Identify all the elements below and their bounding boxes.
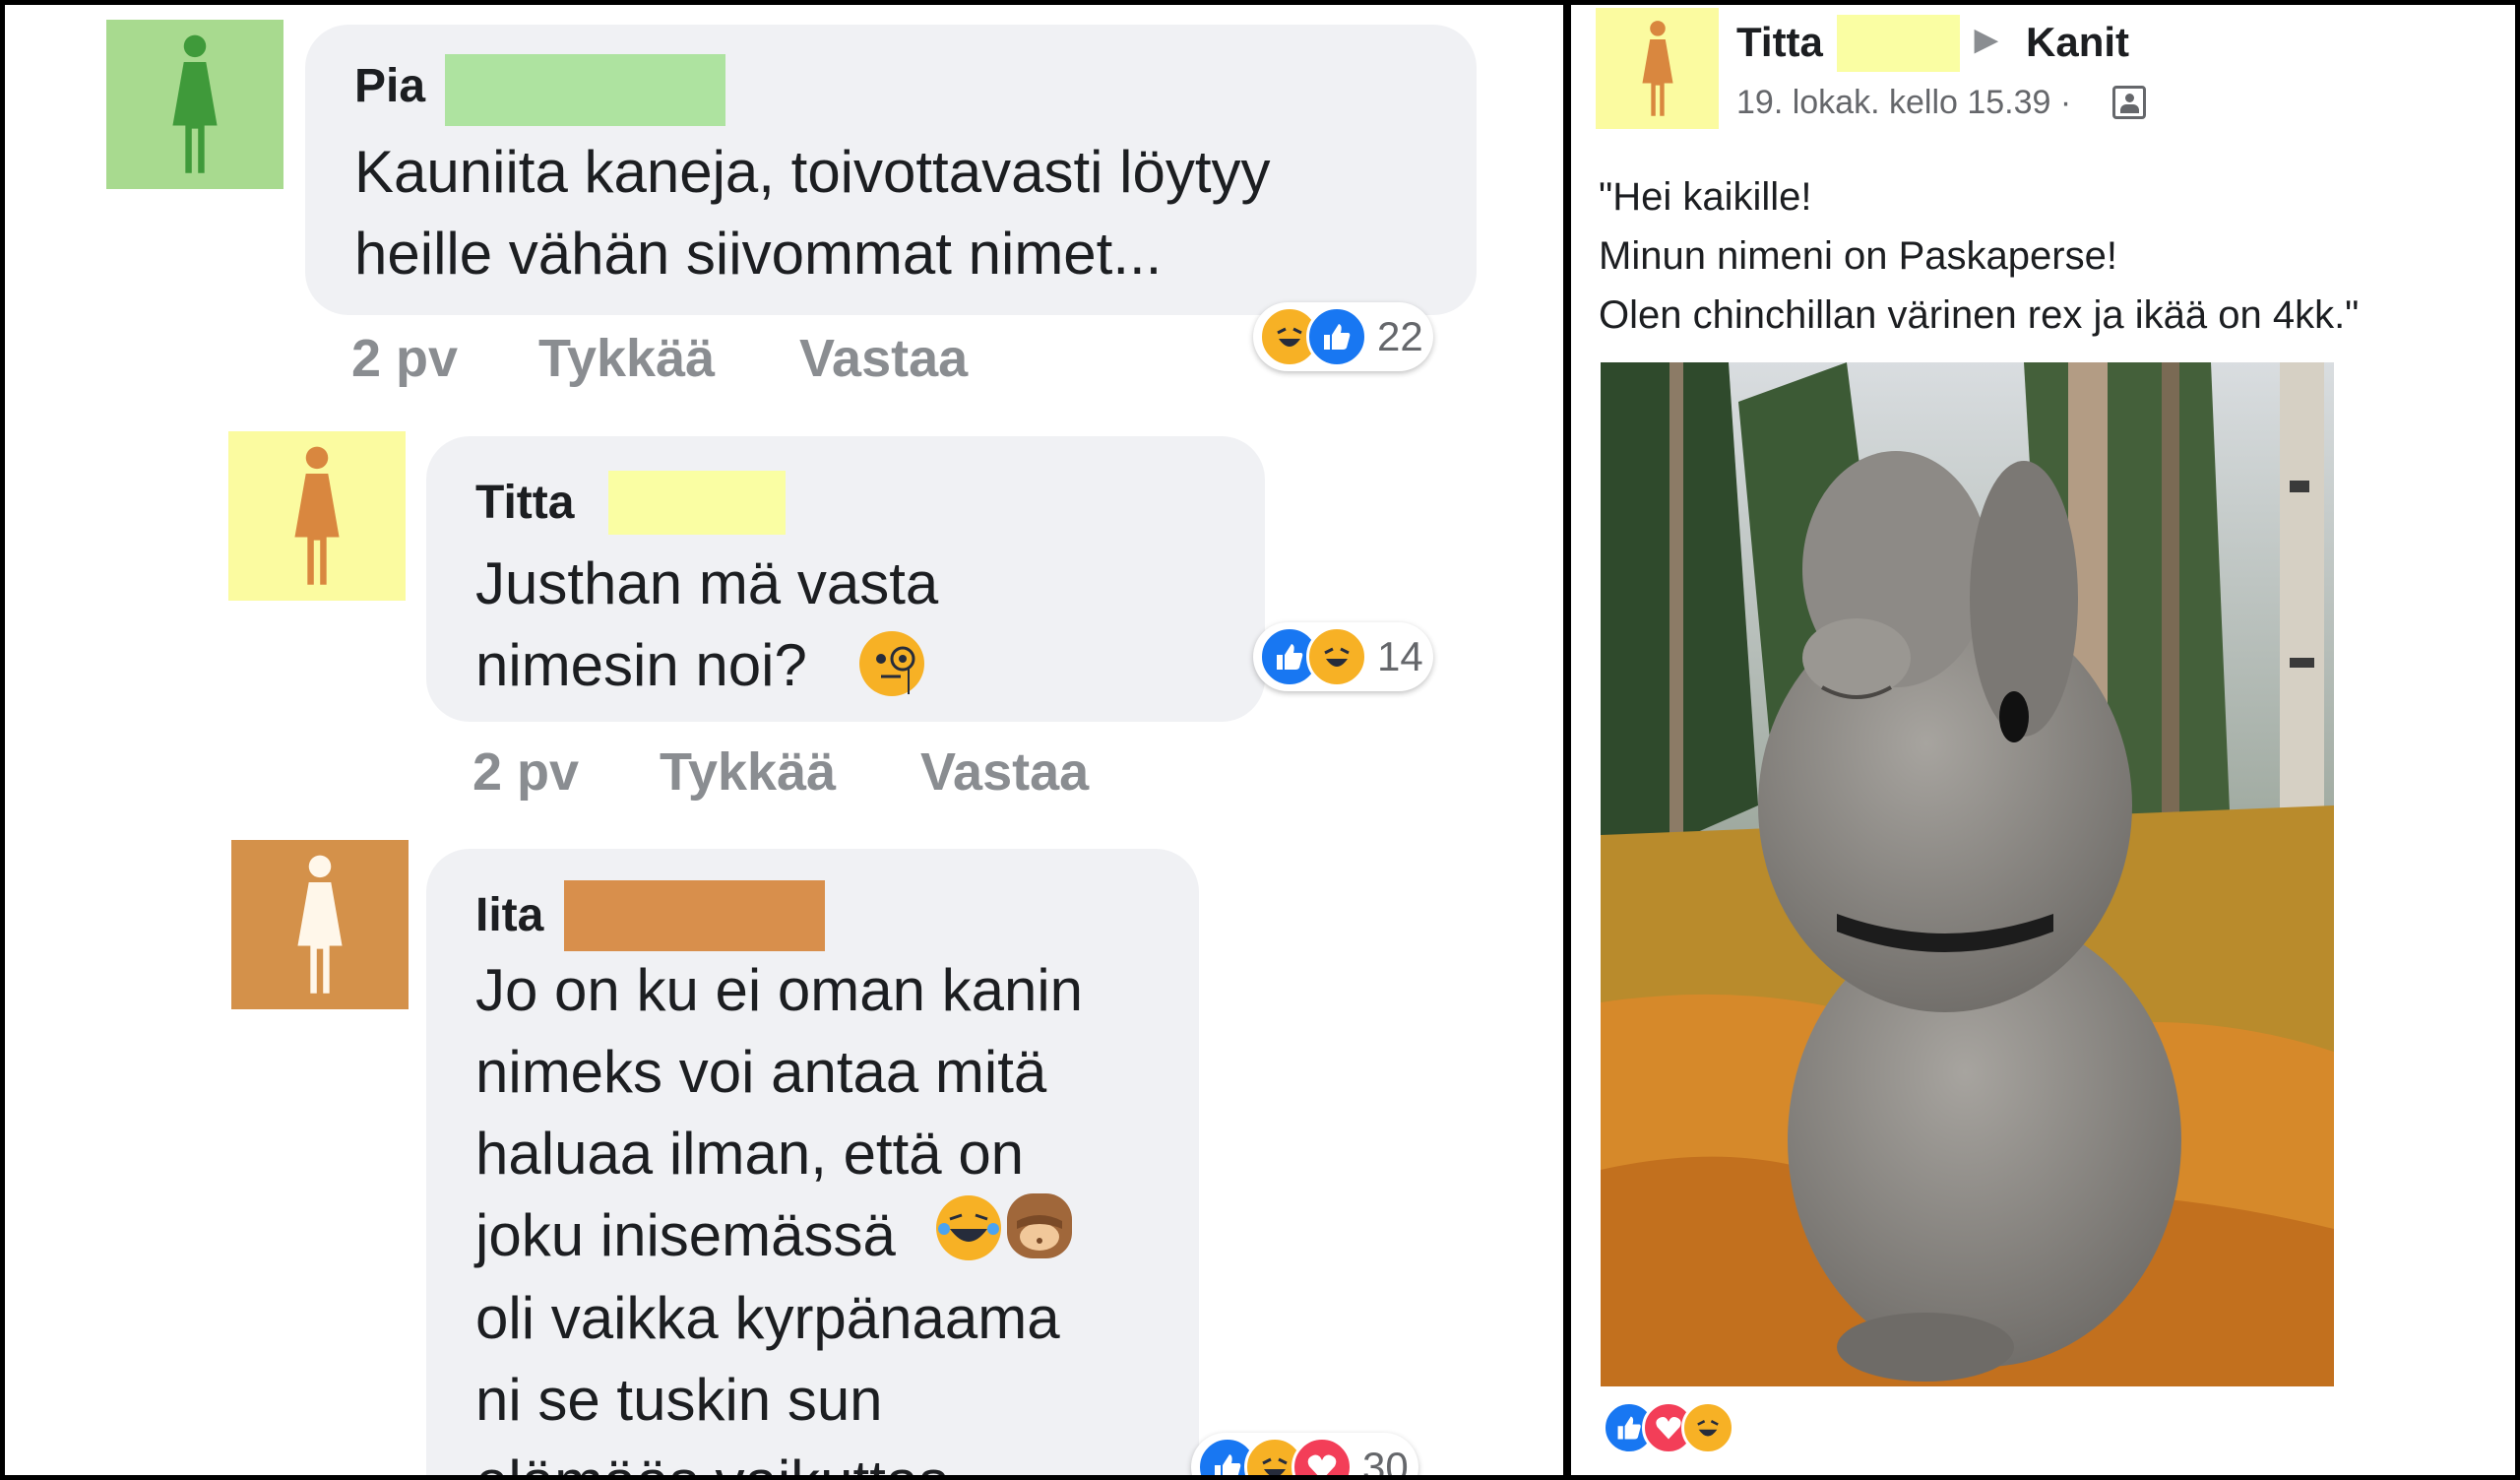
comment-text: elämääs vaikuttas (475, 1441, 948, 1475)
reaction-count: 30 (1362, 1444, 1409, 1475)
see-no-evil-monkey-icon (1007, 1193, 1072, 1258)
comments-panel: Pia Kauniita kaneja, toivottavasti löyty… (5, 5, 1563, 1475)
avatar[interactable] (1596, 8, 1719, 129)
rabbit-photo[interactable] (1601, 362, 2334, 1386)
comment-time[interactable]: 2 pv (472, 741, 579, 803)
comment-bubble: Pia Kauniita kaneja, toivottavasti löyty… (305, 25, 1477, 315)
reply-link[interactable]: Vastaa (920, 741, 1089, 803)
comment-author[interactable]: Pia (354, 59, 425, 113)
post-panel: Titta ▶ Kanit 19. lokak. kello 15.39 · "… (1571, 5, 2515, 1475)
post-author[interactable]: Titta (1736, 19, 1823, 66)
reaction-count: 14 (1377, 633, 1423, 679)
reaction-summary[interactable]: 14 (1253, 622, 1433, 691)
comment-text: oli vaikka kyrpänaama ni se tuskin sun (475, 1285, 1060, 1433)
group-name[interactable]: Kanit (2026, 19, 2129, 66)
redacted-name (1837, 15, 1960, 72)
redacted-name (445, 54, 725, 126)
arrow-icon: ▶ (1975, 24, 1998, 56)
comment-bubble: Titta Justhan mä vasta nimesin noi? (426, 436, 1265, 722)
love-icon (1292, 1437, 1353, 1475)
tears-of-joy-icon (936, 1195, 1001, 1260)
reaction-summary[interactable]: 30 (1191, 1433, 1418, 1475)
haha-icon (1306, 626, 1367, 687)
monocle-face-icon (859, 631, 924, 696)
avatar[interactable] (231, 840, 409, 1009)
comment-author[interactable]: Iita (475, 888, 543, 942)
post-timestamp[interactable]: 19. lokak. kello 15.39 · (1736, 84, 2071, 122)
comment-bubble: Iita Jo on ku ei oman kanin nimeks voi a… (426, 849, 1199, 1475)
avatar[interactable] (106, 20, 284, 189)
female-figure-icon (294, 446, 340, 585)
female-figure-icon (1641, 20, 1673, 116)
reply-link[interactable]: Vastaa (799, 328, 968, 389)
group-privacy-icon (2112, 86, 2146, 119)
comment-time[interactable]: 2 pv (351, 328, 458, 389)
post-text: "Hei kaikille! Minun nimeni on Paskapers… (1599, 175, 2360, 337)
redacted-name (564, 880, 825, 951)
haha-icon (1681, 1401, 1734, 1454)
like-link[interactable]: Tykkää (660, 741, 836, 803)
reaction-summary[interactable] (1603, 1393, 1734, 1462)
like-icon (1306, 306, 1367, 367)
comment-author[interactable]: Titta (475, 476, 574, 530)
like-link[interactable]: Tykkää (538, 328, 715, 389)
reaction-count: 22 (1377, 313, 1423, 359)
reaction-summary[interactable]: 22 (1253, 302, 1433, 371)
female-figure-icon (297, 855, 343, 994)
female-figure-icon (172, 34, 218, 173)
comment-text: Kauniita kaneja, toivottavasti löytyy he… (354, 139, 1271, 287)
avatar[interactable] (228, 431, 406, 601)
redacted-name (608, 471, 786, 535)
